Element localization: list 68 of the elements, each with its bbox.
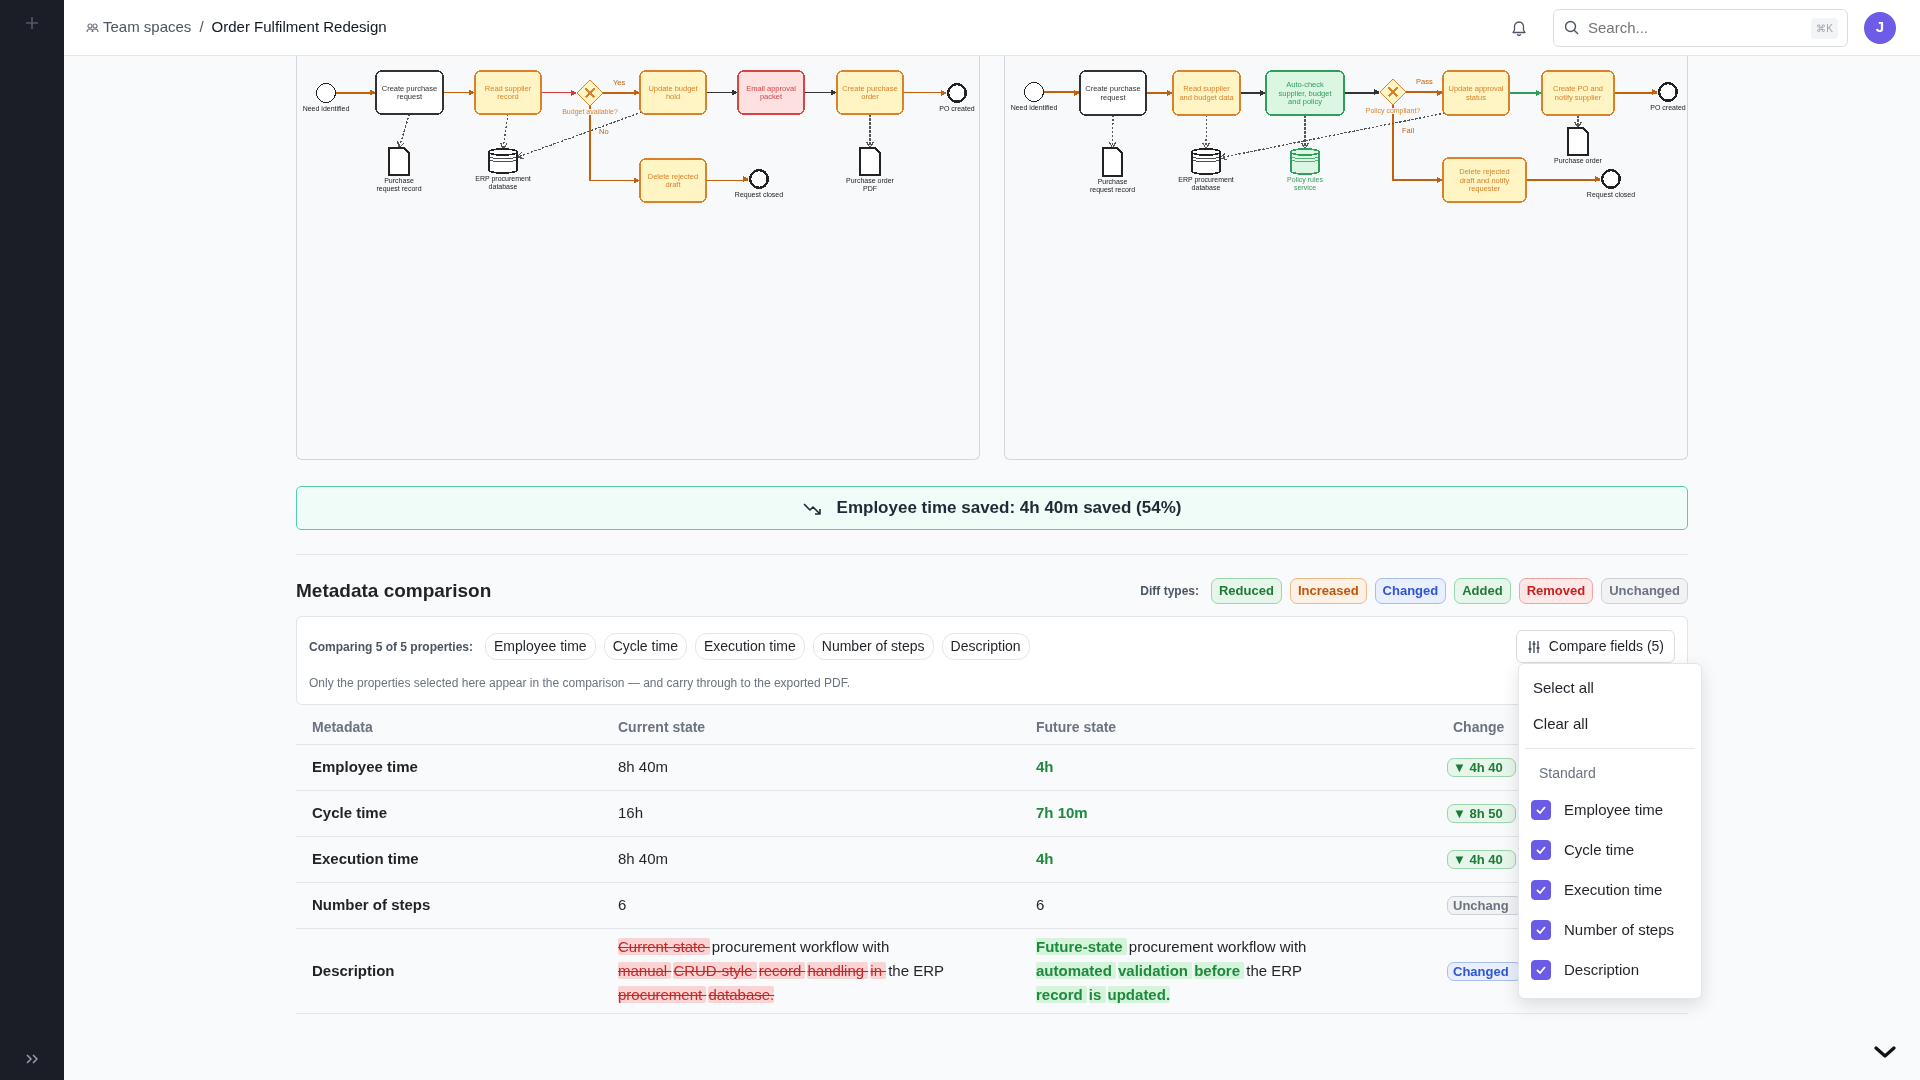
- menu-checkbox-item[interactable]: Description: [1525, 950, 1695, 990]
- section-title: Metadata comparison: [296, 578, 492, 603]
- breadcrumb-separator: /: [199, 17, 204, 38]
- checkbox[interactable]: [1531, 840, 1551, 860]
- sliders-icon: [1526, 639, 1541, 654]
- change-tag: ▼ 8h 50: [1447, 804, 1516, 824]
- checkbox[interactable]: [1531, 960, 1551, 980]
- menu-checkbox-item[interactable]: Employee time: [1525, 790, 1695, 830]
- diff-type-tag: Changed: [1374, 578, 1447, 604]
- compare-fields-button[interactable]: Compare fields (5): [1515, 630, 1675, 663]
- diff-type-tag: Reduced: [1211, 578, 1282, 604]
- change-tag: ▼ 4h 40: [1447, 850, 1516, 870]
- metadata-name-cell: Employee time: [296, 744, 602, 791]
- check-icon: [1535, 964, 1547, 976]
- menu-item[interactable]: Select all: [1525, 670, 1695, 706]
- diff-type-tag: Added: [1454, 578, 1511, 604]
- breadcrumb-current: Order Fulfilment Redesign: [211, 17, 387, 38]
- menu-checkbox-item[interactable]: Execution time: [1525, 870, 1695, 910]
- current-value-cell: 16h: [602, 790, 1020, 837]
- checkbox[interactable]: [1531, 880, 1551, 900]
- user-avatar[interactable]: J: [1864, 11, 1896, 44]
- metadata-name-cell: Execution time: [296, 836, 602, 883]
- future-value-cell: 6: [1020, 882, 1437, 929]
- property-chip: Execution time: [695, 633, 805, 660]
- metadata-name-cell: Description: [296, 928, 602, 1014]
- keyboard-shortcut: ⌘K: [1811, 17, 1838, 39]
- property-chip: Cycle time: [603, 633, 687, 660]
- metadata-name-cell: Number of steps: [296, 882, 602, 929]
- chevron-down-icon: [1874, 1045, 1896, 1060]
- menu-item[interactable]: Clear all: [1525, 706, 1695, 742]
- future-value-cell: 4h: [1020, 744, 1437, 791]
- diff-type-tag: Removed: [1518, 578, 1594, 604]
- check-icon: [1535, 884, 1547, 896]
- search-icon: [1564, 19, 1579, 35]
- column-header: Metadata: [296, 707, 602, 745]
- legend-label: Diff types:: [1140, 583, 1199, 600]
- checkbox[interactable]: [1531, 800, 1551, 820]
- team-icon: [86, 22, 99, 33]
- check-icon: [1535, 844, 1547, 856]
- column-header: Future state: [1020, 707, 1437, 745]
- diff-type-tag: Unchanged: [1601, 578, 1688, 604]
- future-value-cell: 4h: [1020, 836, 1437, 883]
- current-value-cell: 8h 40m: [602, 836, 1020, 883]
- menu-checkbox-item[interactable]: Cycle time: [1525, 830, 1695, 870]
- diff-type-tag: Increased: [1289, 578, 1367, 604]
- comparing-label: Comparing 5 of 5 properties:: [309, 638, 474, 656]
- check-icon: [1535, 804, 1547, 816]
- helper-text: Only the properties selected here appear in the comparison — and carry through to the exported PDF.: [309, 676, 850, 690]
- expand-sidebar-icon[interactable]: [26, 1054, 38, 1064]
- checkbox[interactable]: [1531, 920, 1551, 940]
- current-description-text: Current-state procurement workflow with manual CRUD-style record handling in the ERP procurement database.: [618, 937, 945, 1005]
- menu-section-header: Standard: [1538, 764, 1597, 783]
- metadata-name-cell: Cycle time: [296, 790, 602, 837]
- current-value-cell: 8h 40m: [602, 744, 1020, 791]
- property-chip: Description: [941, 633, 1030, 660]
- savings-text: Employee time saved: 4h 40m saved (54%): [836, 497, 1182, 520]
- breadcrumb-link[interactable]: Team spaces: [86, 16, 192, 39]
- notification-bell-icon[interactable]: [1511, 19, 1527, 36]
- future-value-cell: 7h 10m: [1020, 790, 1437, 837]
- check-icon: [1535, 924, 1547, 936]
- property-chip: Employee time: [485, 633, 596, 660]
- column-header: Current state: [602, 707, 1020, 745]
- change-tag: ▼ 4h 40: [1447, 758, 1516, 778]
- current-value-cell: 6: [602, 882, 1020, 929]
- property-chip: Number of steps: [812, 633, 934, 660]
- menu-checkbox-item[interactable]: Number of steps: [1525, 910, 1695, 950]
- future-description-text: Future-state procurement workflow with automated validation before the ERP record is updated.: [1036, 937, 1308, 1005]
- trend-down-icon: [802, 500, 821, 516]
